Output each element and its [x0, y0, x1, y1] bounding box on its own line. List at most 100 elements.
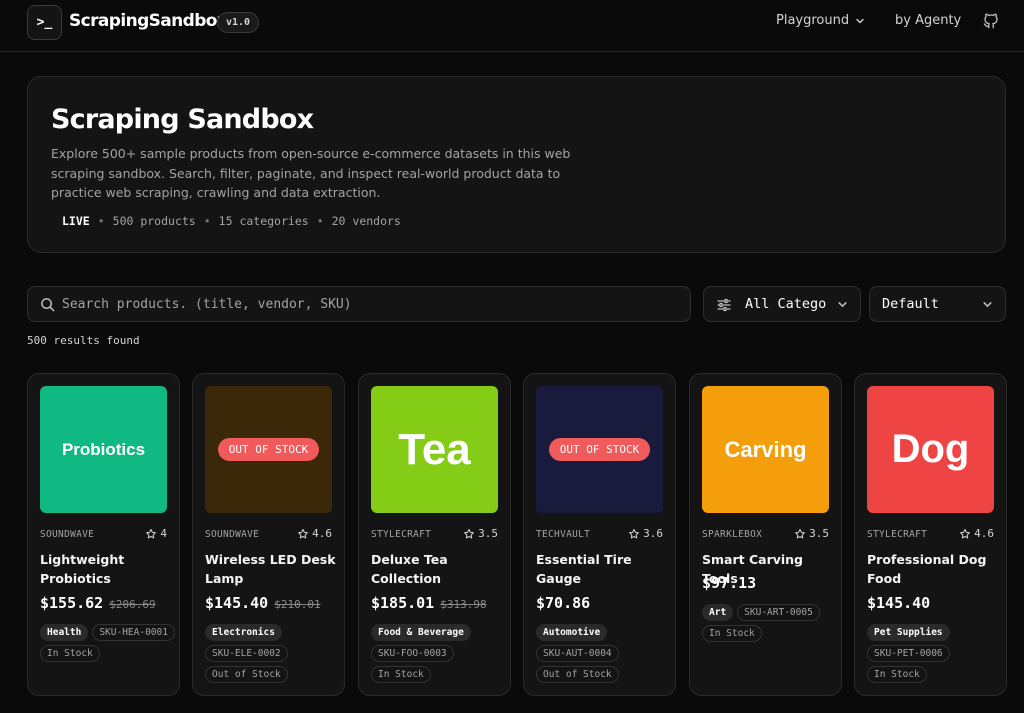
product-vendor: SOUNDWAVE — [205, 529, 260, 540]
vendors-count: 20 vendors — [331, 214, 401, 228]
product-price: $97.13 — [702, 574, 757, 592]
category-tag[interactable]: Art — [702, 604, 734, 621]
star-icon — [146, 528, 157, 538]
hero-description: Explore 500+ sample products from open-s… — [51, 146, 571, 200]
product-title[interactable]: Wireless LED Desk Lamp — [205, 550, 336, 588]
product-tags: Health SKU-HEA-0001 In Stock — [40, 624, 175, 662]
stock-status-tag: In Stock — [867, 666, 927, 683]
product-title[interactable]: Deluxe Tea Collection — [371, 550, 502, 588]
product-image-text: Probiotics — [61, 439, 146, 459]
sku-tag: SKU-FOO-0003 — [371, 645, 454, 662]
star-icon — [795, 528, 806, 538]
top-navigation-bar: >_ ScrapingSandbox v1.0 Playground by Ag… — [0, 0, 1024, 52]
product-image-text: Dog — [891, 427, 970, 471]
terminal-logo-icon[interactable]: >_ — [27, 5, 62, 40]
product-tags: Electronics SKU-ELE-0002 Out of Stock — [205, 624, 340, 683]
out-of-stock-badge: OUT OF STOCK — [217, 438, 320, 461]
product-vendor: TECHVAULT — [536, 529, 591, 540]
product-image[interactable]: Carving — [702, 386, 829, 513]
category-tag[interactable]: Food & Beverage — [371, 624, 471, 641]
product-tags: Pet Supplies SKU-PET-0006 In Stock — [867, 624, 1002, 683]
product-card[interactable]: Carving SPARKLEBOX 3.5 Smart Carving Tools $… — [689, 373, 842, 696]
product-image[interactable]: Tea — [371, 386, 498, 513]
category-select[interactable]: All Categories — [703, 286, 861, 322]
product-title[interactable]: Essential Tire Gauge — [536, 550, 667, 588]
product-price: $145.40 — [205, 594, 269, 612]
product-rating: 4.6 — [297, 527, 332, 540]
price-row: $155.62 $206.69 — [40, 594, 156, 612]
price-row: $70.86 — [536, 594, 590, 612]
product-title[interactable]: Lightweight Probiotics — [40, 550, 171, 588]
sku-tag: SKU-AUT-0004 — [536, 645, 619, 662]
chevron-down-icon — [983, 302, 992, 308]
product-card[interactable]: OUT OF STOCK SOUNDWAVE 4.6 Wireless LED Des… — [192, 373, 345, 696]
category-tag[interactable]: Electronics — [205, 624, 282, 641]
star-icon — [960, 528, 971, 538]
product-vendor: SPARKLEBOX — [702, 529, 763, 540]
brand-name[interactable]: ScrapingSandbox — [69, 11, 228, 31]
product-card[interactable]: OUT OF STOCK TECHVAULT 3.6 Essential Tire G… — [523, 373, 676, 696]
product-image[interactable]: OUT OF STOCK — [536, 386, 663, 513]
separator-dot: • — [203, 214, 211, 228]
search-box — [27, 286, 691, 322]
product-tags: Art SKU-ART-0005 In Stock — [702, 604, 837, 642]
product-price: $185.01 — [371, 594, 435, 612]
product-image[interactable]: Dog — [867, 386, 994, 513]
version-badge: v1.0 — [217, 12, 260, 33]
price-row: $185.01 $313.98 — [371, 594, 487, 612]
rating-value: 4.6 — [312, 527, 332, 540]
playground-label: Playground — [776, 13, 850, 28]
live-indicator: LIVE — [62, 214, 90, 228]
sku-tag: SKU-HEA-0001 — [92, 624, 175, 641]
rating-value: 3.6 — [643, 527, 663, 540]
product-image[interactable]: OUT OF STOCK — [205, 386, 332, 513]
sku-tag: SKU-PET-0006 — [867, 645, 950, 662]
category-tag[interactable]: Automotive — [536, 624, 608, 641]
search-icon — [41, 298, 55, 312]
hero-panel: Scraping Sandbox Explore 500+ sample pro… — [27, 76, 1006, 253]
page-title: Scraping Sandbox — [51, 104, 314, 135]
product-tags: Food & Beverage SKU-FOO-0003 In Stock — [371, 624, 506, 683]
product-image-text: Tea — [398, 424, 471, 474]
product-vendor: STYLECRAFT — [371, 529, 432, 540]
separator-dot: • — [316, 214, 324, 228]
product-price: $145.40 — [867, 594, 931, 612]
github-icon[interactable] — [982, 12, 1000, 30]
rating-value: 4.6 — [974, 527, 994, 540]
product-card[interactable]: Probiotics SOUNDWAVE 4 Lightweight Probioti… — [27, 373, 180, 696]
search-input[interactable] — [62, 287, 682, 321]
product-tags: Automotive SKU-AUT-0004 Out of Stock — [536, 624, 671, 683]
product-card[interactable]: Dog STYLECRAFT 4.6 Professional Dog Food $14… — [854, 373, 1007, 696]
product-price: $70.86 — [536, 594, 591, 612]
product-price: $155.62 — [40, 594, 104, 612]
category-tag[interactable]: Pet Supplies — [867, 624, 950, 641]
sliders-icon — [717, 298, 731, 312]
stock-status-tag: In Stock — [702, 625, 762, 642]
product-image[interactable]: Probiotics — [40, 386, 167, 513]
product-card[interactable]: Tea STYLECRAFT 3.5 Deluxe Tea Collection $18… — [358, 373, 511, 696]
stock-status-tag: Out of Stock — [205, 666, 288, 683]
price-row: $145.40 — [867, 594, 930, 612]
sku-tag: SKU-ART-0005 — [737, 604, 820, 621]
by-agenty-link[interactable]: by Agenty — [895, 13, 961, 28]
rating-value: 3.5 — [809, 527, 829, 540]
product-rating: 4.6 — [959, 527, 994, 540]
playground-menu[interactable]: Playground — [776, 13, 865, 28]
category-select-value: All Categories — [745, 296, 827, 312]
star-icon — [298, 528, 309, 538]
stock-status-tag: In Stock — [371, 666, 431, 683]
star-icon — [629, 528, 640, 538]
sort-select[interactable]: Default — [869, 286, 1006, 322]
product-old-price: $206.69 — [109, 598, 156, 611]
product-old-price: $313.98 — [440, 598, 487, 611]
out-of-stock-badge: OUT OF STOCK — [548, 438, 651, 461]
price-row: $145.40 $210.01 — [205, 594, 321, 612]
product-old-price: $210.01 — [274, 598, 321, 611]
category-tag[interactable]: Health — [40, 624, 89, 641]
hero-stats: LIVE • 500 products • 15 categories • 20… — [62, 214, 401, 228]
rating-value: 3.5 — [478, 527, 498, 540]
product-rating: 3.5 — [794, 527, 829, 540]
product-rating: 3.6 — [628, 527, 663, 540]
products-count: 500 products — [112, 214, 196, 228]
product-title[interactable]: Professional Dog Food — [867, 550, 998, 588]
